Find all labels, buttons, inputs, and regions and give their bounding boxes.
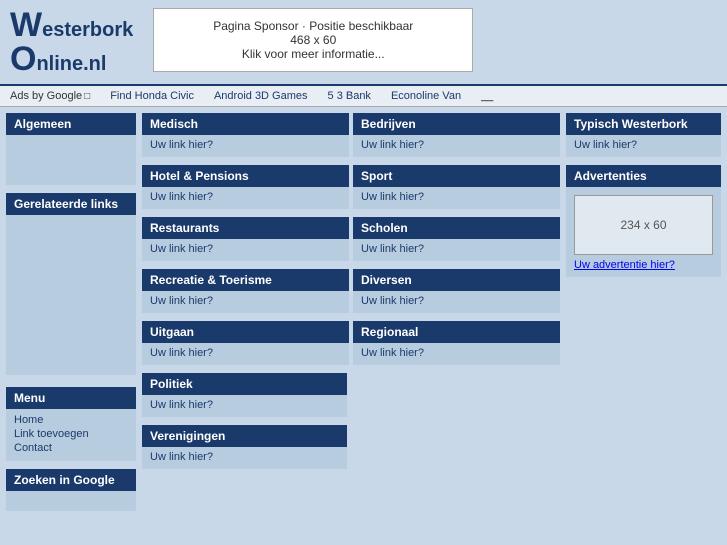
bedrijven-box: Bedrijven Uw link hier? [353,113,560,157]
sport-header: Sport [353,165,560,187]
ad-link-3[interactable]: 5 3 Bank [328,90,371,102]
ads-bar: Ads by Google □ Find Honda Civic Android… [0,84,727,107]
center-column: Medisch Uw link hier? Bedrijven Uw link … [142,113,560,515]
politiek-box: Politiek Uw link hier? [142,373,347,417]
zoeken-box: Zoeken in Google [6,469,136,511]
uitgaan-box: Uitgaan Uw link hier? [142,321,349,365]
restaurants-box: Restaurants Uw link hier? [142,217,349,261]
politiek-link[interactable]: Uw link hier? [150,399,213,411]
menu-contact[interactable]: Contact [14,441,128,455]
sponsor-line3: Klik voor meer informatie... [174,47,452,61]
ads-icon: □ [84,91,90,102]
sponsor-box[interactable]: Pagina Sponsor · Positie beschikbaar 468… [153,8,473,72]
gerelateerde-header: Gerelateerde links [6,193,136,215]
logo-rest1: esterbork [42,19,133,42]
sponsor-line1: Pagina Sponsor · Positie beschikbaar [174,19,452,33]
advertenties-header: Advertenties [566,165,721,187]
scholen-link[interactable]: Uw link hier? [361,243,424,255]
uitgaan-header: Uitgaan [142,321,349,343]
regionaal-box: Regionaal Uw link hier? [353,321,560,365]
sport-link[interactable]: Uw link hier? [361,191,424,203]
bedrijven-header: Bedrijven [353,113,560,135]
sport-box: Sport Uw link hier? [353,165,560,209]
hotel-box: Hotel & Pensions Uw link hier? [142,165,349,209]
hotel-header: Hotel & Pensions [142,165,349,187]
ad-link-1[interactable]: Find Honda Civic [110,90,194,102]
uitgaan-body: Uw link hier? [142,343,349,365]
ad-link[interactable]: Uw advertentie hier? [574,259,675,271]
advertenties-box: Advertenties 234 x 60 Uw advertentie hie… [566,165,721,277]
typisch-body: Uw link hier? [566,135,721,157]
menu-link-toevoegen[interactable]: Link toevoegen [14,427,128,441]
algemeen-body [6,135,136,185]
typisch-header: Typisch Westerbork [566,113,721,135]
right-column: Typisch Westerbork Uw link hier? Adverte… [566,113,721,515]
zoeken-body [6,491,136,511]
hotel-body: Uw link hier? [142,187,349,209]
logo-o: O [10,42,36,76]
regionaal-body: Uw link hier? [353,343,560,365]
diversen-header: Diversen [353,269,560,291]
sponsor-line2: 468 x 60 [174,33,452,47]
hotel-link[interactable]: Uw link hier? [150,191,213,203]
recreatie-box: Recreatie & Toerisme Uw link hier? [142,269,349,313]
ad-banner[interactable]: 234 x 60 [574,195,713,255]
diversen-box: Diversen Uw link hier? [353,269,560,313]
ad-link-2[interactable]: Android 3D Games [214,90,308,102]
restaurants-header: Restaurants [142,217,349,239]
bedrijven-body: Uw link hier? [353,135,560,157]
medisch-box: Medisch Uw link hier? [142,113,349,157]
recreatie-body: Uw link hier? [142,291,349,313]
recreatie-header: Recreatie & Toerisme [142,269,349,291]
ad-sep: __ [481,90,493,102]
restaurants-body: Uw link hier? [142,239,349,261]
regionaal-header: Regionaal [353,321,560,343]
recreatie-link[interactable]: Uw link hier? [150,295,213,307]
gerelateerde-box: Gerelateerde links [6,193,136,375]
ads-by-google: Ads by Google □ [10,90,90,102]
logo: W esterbork O nline.nl [10,8,133,76]
verenigingen-box: Verenigingen Uw link hier? [142,425,347,469]
restaurants-link[interactable]: Uw link hier? [150,243,213,255]
algemeen-header: Algemeen [6,113,136,135]
left-column: Algemeen Gerelateerde links Menu Home Li… [6,113,136,515]
advertenties-body: 234 x 60 Uw advertentie hier? [566,187,721,277]
scholen-box: Scholen Uw link hier? [353,217,560,261]
regionaal-link[interactable]: Uw link hier? [361,347,424,359]
ad-size: 234 x 60 [620,218,666,232]
typisch-box: Typisch Westerbork Uw link hier? [566,113,721,157]
sport-body: Uw link hier? [353,187,560,209]
diversen-body: Uw link hier? [353,291,560,313]
menu-body: Home Link toevoegen Contact [6,409,136,461]
gerelateerde-body [6,215,136,375]
diversen-link[interactable]: Uw link hier? [361,295,424,307]
verenigingen-header: Verenigingen [142,425,347,447]
medisch-body: Uw link hier? [142,135,349,157]
menu-header: Menu [6,387,136,409]
medisch-link[interactable]: Uw link hier? [150,139,213,151]
typisch-link[interactable]: Uw link hier? [574,139,637,151]
menu-home[interactable]: Home [14,413,128,427]
politiek-body: Uw link hier? [142,395,347,417]
bedrijven-link[interactable]: Uw link hier? [361,139,424,151]
logo-w: W [10,8,42,42]
medisch-header: Medisch [142,113,349,135]
algemeen-box: Algemeen [6,113,136,185]
logo-rest2: nline.nl [36,53,106,76]
politiek-header: Politiek [142,373,347,395]
zoeken-header: Zoeken in Google [6,469,136,491]
scholen-body: Uw link hier? [353,239,560,261]
ad-link-4[interactable]: Econoline Van [391,90,461,102]
verenigingen-link[interactable]: Uw link hier? [150,451,213,463]
scholen-header: Scholen [353,217,560,239]
verenigingen-body: Uw link hier? [142,447,347,469]
uitgaan-link[interactable]: Uw link hier? [150,347,213,359]
menu-box: Menu Home Link toevoegen Contact [6,387,136,461]
